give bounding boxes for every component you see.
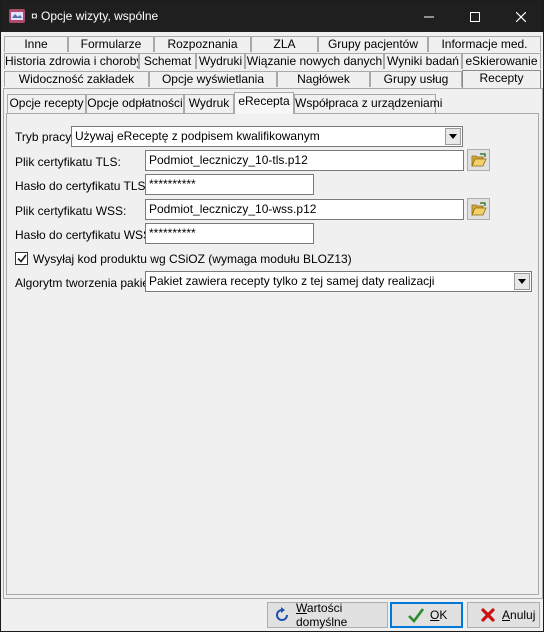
maximize-button[interactable]: [452, 1, 498, 32]
chevron-down-icon: [449, 134, 457, 139]
chevron-down-icon: [518, 279, 526, 284]
subtab-wspolpraca[interactable]: Współpraca z urządzeniami: [294, 94, 442, 113]
tls-password-input[interactable]: **********: [145, 174, 314, 195]
tab-opcje-wyswietlania[interactable]: Opcje wyświetlania: [149, 71, 277, 87]
tab-wydruki[interactable]: Wydruki: [196, 53, 245, 69]
subtab-wydruk[interactable]: Wydruk: [184, 94, 234, 113]
wss-pass-label: Hasło do certyfikatu WSS:: [15, 228, 155, 242]
defaults-button[interactable]: Wartości domyślne: [267, 601, 388, 629]
close-button[interactable]: [498, 1, 544, 32]
tab-historia-zdrowia[interactable]: Historia zdrowia i choroby: [4, 53, 139, 69]
algo-select[interactable]: Pakiet zawiera recepty tylko z tej samej…: [145, 271, 532, 292]
tab-zla[interactable]: ZLA: [251, 36, 318, 52]
ok-button-label: OK: [430, 608, 448, 622]
minimize-icon: [424, 16, 434, 17]
tls-file-label: Plik certyfikatu TLS:: [15, 155, 121, 169]
checkmark-icon: [16, 254, 27, 263]
close-icon: [516, 11, 526, 22]
ok-button[interactable]: OK: [390, 602, 463, 628]
tab-row-3: Widoczność zakładek Opcje wyświetlania N…: [1, 70, 544, 88]
mode-select[interactable]: Używaj eReceptę z podpisem kwalifikowany…: [71, 126, 463, 147]
x-icon: [480, 607, 496, 623]
csioz-label[interactable]: Wysyłaj kod produktu wg CSiOZ (wymaga mo…: [33, 252, 352, 266]
tab-wiazanie-nowych-danych[interactable]: Wiązanie nowych danych: [245, 53, 384, 69]
minimize-button[interactable]: [406, 1, 452, 32]
mode-select-value: Używaj eReceptę z podpisem kwalifikowany…: [75, 129, 320, 143]
mode-label: Tryb pracy:: [15, 130, 75, 144]
app-icon: [9, 9, 25, 23]
tab-schemat[interactable]: Schemat: [139, 53, 196, 69]
refresh-icon: [274, 607, 290, 623]
subtab-opcje-odplatnosci[interactable]: Opcje odpłatności: [86, 94, 184, 113]
folder-open-icon: [470, 202, 487, 216]
cancel-button[interactable]: Anuluj: [467, 602, 540, 628]
tab-grupy-uslug[interactable]: Grupy usług: [370, 71, 462, 87]
window-title: ¤ Opcje wizyty, wspólne: [31, 9, 159, 23]
algo-select-value: Pakiet zawiera recepty tylko z tej samej…: [149, 274, 435, 288]
tab-wyniki-badan[interactable]: Wyniki badań: [384, 53, 462, 69]
tab-eskierowanie[interactable]: eSkierowanie: [462, 53, 541, 69]
tab-naglowek[interactable]: Nagłówek: [277, 71, 370, 87]
subtab-erecepta[interactable]: eRecepta: [234, 92, 294, 114]
algo-label: Algorytm tworzenia pakietu:: [15, 276, 163, 290]
title-bar[interactable]: ¤ Opcje wizyty, wspólne: [1, 1, 543, 32]
mode-dropdown-button[interactable]: [445, 128, 461, 145]
tab-widocznosc-zakladek[interactable]: Widoczność zakładek: [4, 71, 149, 87]
cancel-button-label: Anuluj: [502, 608, 536, 622]
maximize-icon: [470, 11, 480, 22]
tls-file-input[interactable]: Podmiot_leczniczy_10-tls.p12: [145, 150, 464, 171]
defaults-button-label: Wartości domyślne: [296, 601, 348, 629]
wss-password-input[interactable]: **********: [145, 223, 314, 244]
csioz-checkbox[interactable]: [15, 252, 28, 265]
dialog-window: ¤ Opcje wizyty, wspólne Inne Formularze …: [0, 0, 544, 632]
tls-pass-label: Hasło do certyfikatu TLS:: [15, 179, 149, 193]
tab-inne[interactable]: Inne: [4, 36, 68, 52]
tab-grupy-pacjentow[interactable]: Grupy pacjentów: [318, 36, 428, 52]
tab-recepty[interactable]: Recepty: [462, 70, 541, 88]
checkmark-icon: [408, 607, 424, 623]
algo-dropdown-button[interactable]: [514, 273, 530, 290]
wss-file-label: Plik certyfikatu WSS:: [15, 204, 127, 218]
wss-browse-button[interactable]: [467, 198, 490, 220]
tab-row-1: Inne Formularze Rozpoznania ZLA Grupy pa…: [1, 36, 544, 53]
tab-informacje-med[interactable]: Informacje med.: [428, 36, 541, 52]
tls-browse-button[interactable]: [467, 149, 490, 171]
tab-row-2: Historia zdrowia i choroby Schemat Wydru…: [1, 53, 544, 70]
subtab-opcje-recepty[interactable]: Opcje recepty: [7, 94, 86, 113]
folder-open-icon: [470, 153, 487, 167]
tab-rozpoznania[interactable]: Rozpoznania: [154, 36, 251, 52]
wss-file-input[interactable]: Podmiot_leczniczy_10-wss.p12: [145, 199, 464, 220]
tab-formularze[interactable]: Formularze: [68, 36, 154, 52]
